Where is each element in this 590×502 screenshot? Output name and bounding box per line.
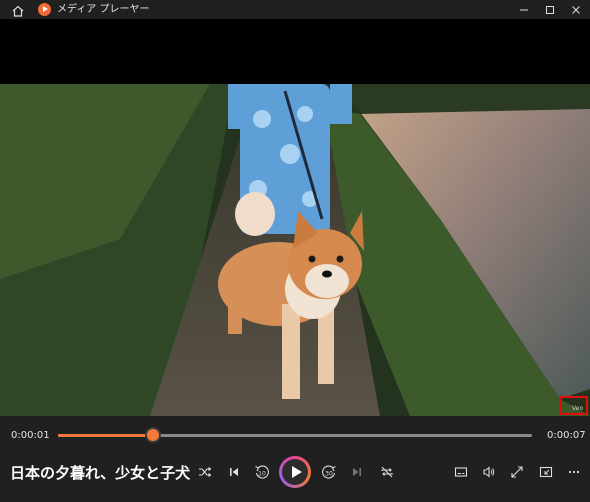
previous-icon[interactable] — [225, 463, 243, 481]
svg-text:30: 30 — [325, 471, 333, 478]
play-icon — [292, 466, 302, 478]
total-time: 0:00:07 — [547, 430, 586, 441]
next-icon[interactable] — [348, 463, 366, 481]
miniplayer-icon[interactable] — [537, 463, 555, 481]
home-icon[interactable] — [11, 3, 25, 17]
watermark: Veo — [572, 405, 584, 412]
fullscreen-icon[interactable] — [508, 463, 526, 481]
seek-bar[interactable] — [58, 434, 532, 437]
volume-icon[interactable] — [480, 463, 498, 481]
title-bar: メディア プレーヤー — [0, 0, 590, 19]
shuffle-icon[interactable] — [196, 463, 214, 481]
maximize-icon[interactable] — [537, 0, 563, 19]
forward-30-icon[interactable]: 30 — [320, 463, 338, 481]
media-player-app-icon — [38, 3, 51, 16]
media-title: 日本の夕暮れ、少女と子犬 — [10, 464, 191, 482]
seek-bar-progress — [58, 434, 153, 437]
rewind-10-icon[interactable]: 10 — [253, 463, 271, 481]
repeat-off-icon[interactable] — [378, 463, 396, 481]
play-button[interactable] — [279, 456, 311, 488]
subtitles-icon[interactable] — [452, 463, 470, 481]
minimize-icon[interactable] — [511, 0, 537, 19]
window-title: メディア プレーヤー — [57, 4, 150, 15]
video-viewport[interactable] — [0, 19, 590, 416]
seek-bar-thumb[interactable] — [146, 429, 159, 441]
more-icon[interactable] — [565, 463, 583, 481]
svg-text:10: 10 — [258, 471, 266, 478]
current-time: 0:00:01 — [11, 430, 50, 441]
close-icon[interactable] — [563, 0, 589, 19]
video-frame — [0, 19, 590, 416]
